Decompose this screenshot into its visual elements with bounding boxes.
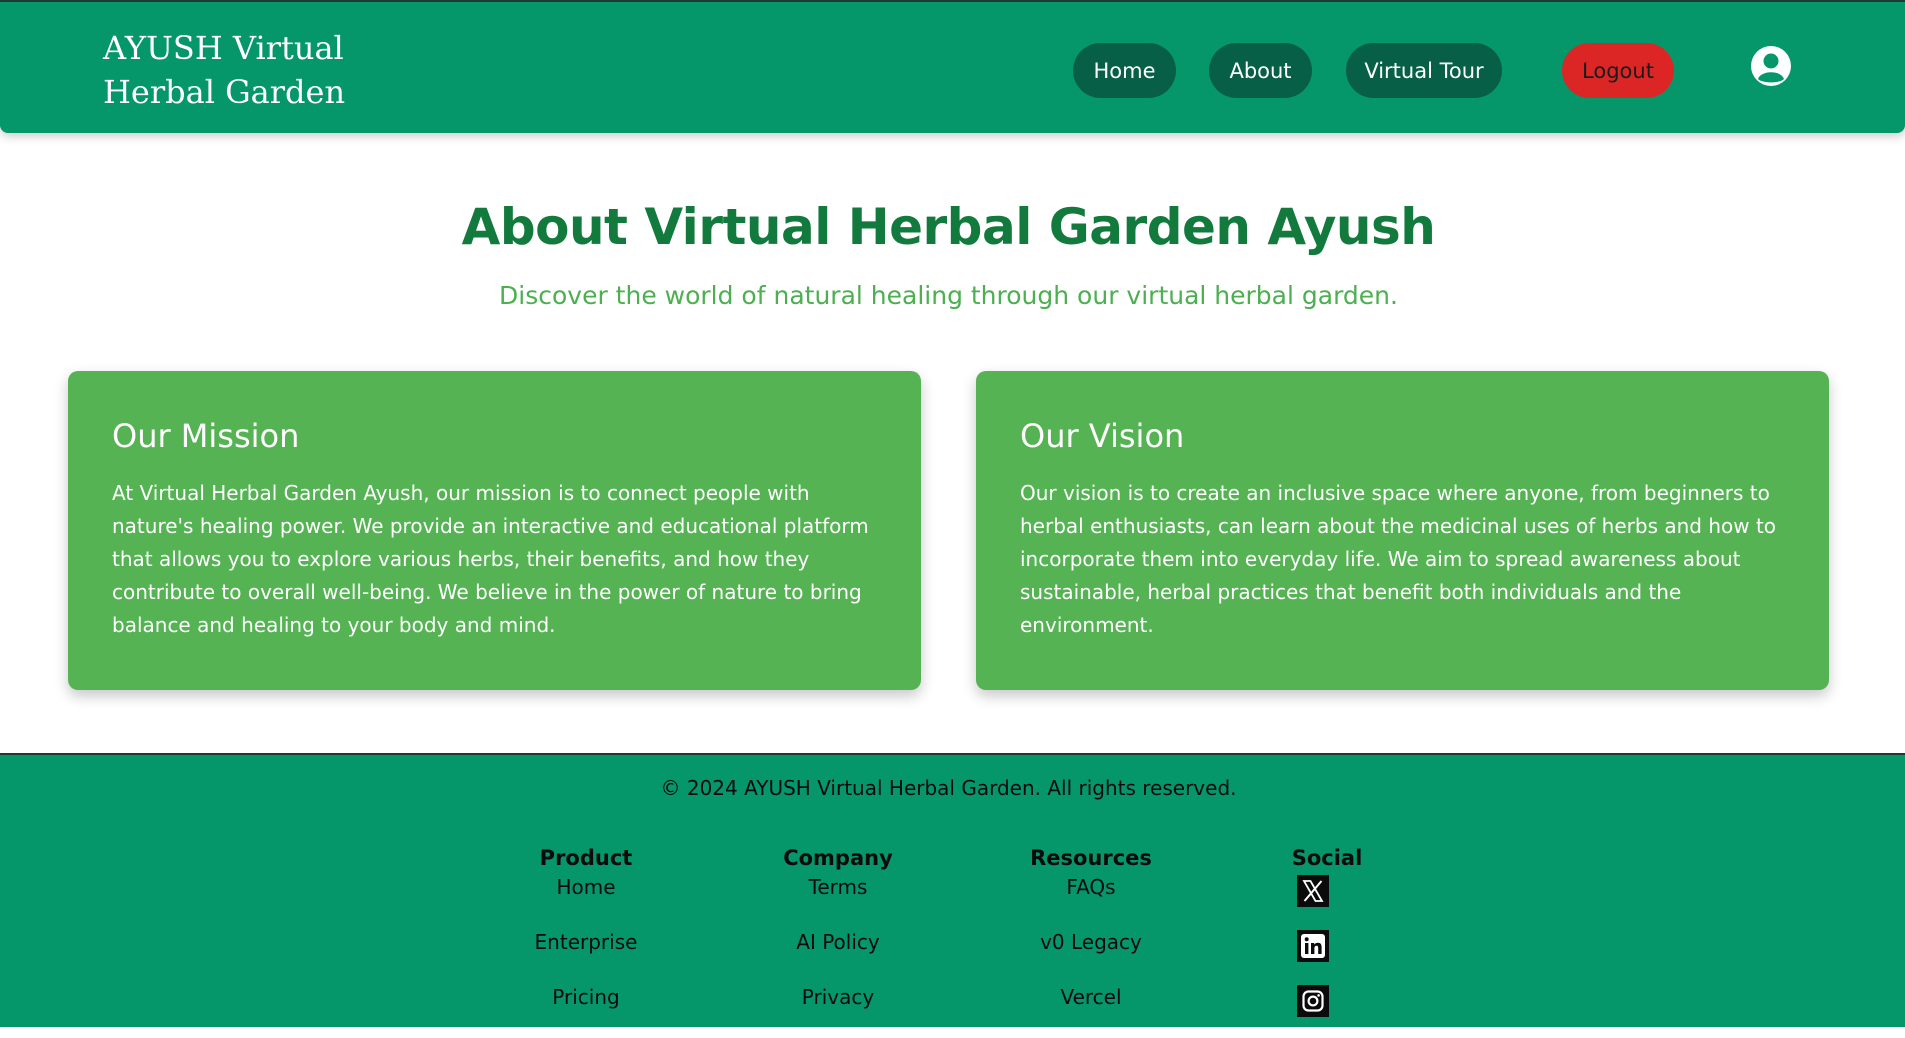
footer-column-resources: Resources FAQs v0 Legacy Vercel xyxy=(1001,843,1181,1038)
nav-home-button[interactable]: Home xyxy=(1073,43,1176,98)
footer-link-privacy[interactable]: Privacy xyxy=(748,983,928,1038)
vision-body: Our vision is to create an inclusive spa… xyxy=(1020,481,1777,637)
footer-link-v0-legacy[interactable]: v0 Legacy xyxy=(1001,928,1181,983)
footer-column-company: Company Terms AI Policy Privacy xyxy=(748,843,928,1038)
footer-heading-product: Product xyxy=(539,846,633,870)
copyright-text: © 2024 AYUSH Virtual Herbal Garden. All … xyxy=(660,776,1237,800)
instagram-icon[interactable] xyxy=(1297,985,1329,1017)
mission-card: Our Mission At Virtual Herbal Garden Ayu… xyxy=(68,371,921,690)
logout-button[interactable]: Logout xyxy=(1562,43,1674,98)
user-circle-icon[interactable] xyxy=(1750,45,1792,87)
footer-column-social: Social xyxy=(1237,843,1417,1023)
brand-line-2: Herbal Garden xyxy=(103,73,346,111)
vision-title: Our Vision xyxy=(1020,417,1185,455)
footer-link-terms[interactable]: Terms xyxy=(748,873,928,928)
site-header: AYUSH Virtual Herbal Garden Home About V… xyxy=(0,0,1905,133)
footer-heading-company: Company xyxy=(783,846,893,870)
brand-line-1: AYUSH Virtual xyxy=(103,29,344,67)
footer-heading-resources: Resources xyxy=(1030,846,1152,870)
nav-about-button[interactable]: About xyxy=(1209,43,1312,98)
linkedin-icon[interactable] xyxy=(1297,930,1329,962)
footer-link-pricing[interactable]: Pricing xyxy=(496,983,676,1038)
mission-body: At Virtual Herbal Garden Ayush, our miss… xyxy=(112,481,869,637)
page-title: About Virtual Herbal Garden Ayush xyxy=(461,198,1436,256)
footer-link-home[interactable]: Home xyxy=(496,873,676,928)
x-twitter-icon[interactable] xyxy=(1297,875,1329,907)
site-footer: © 2024 AYUSH Virtual Herbal Garden. All … xyxy=(0,753,1905,1027)
footer-link-vercel[interactable]: Vercel xyxy=(1001,983,1181,1038)
site-brand[interactable]: AYUSH Virtual Herbal Garden xyxy=(103,26,363,114)
page-subtitle: Discover the world of natural healing th… xyxy=(499,281,1398,310)
nav-virtual-tour-button[interactable]: Virtual Tour xyxy=(1346,43,1502,98)
vision-card: Our Vision Our vision is to create an in… xyxy=(976,371,1829,690)
footer-heading-social: Social xyxy=(1291,846,1363,870)
footer-link-enterprise[interactable]: Enterprise xyxy=(496,928,676,983)
footer-column-product: Product Home Enterprise Pricing xyxy=(496,843,676,1038)
footer-link-faqs[interactable]: FAQs xyxy=(1001,873,1181,928)
mission-title: Our Mission xyxy=(112,417,300,455)
footer-link-ai-policy[interactable]: AI Policy xyxy=(748,928,928,983)
